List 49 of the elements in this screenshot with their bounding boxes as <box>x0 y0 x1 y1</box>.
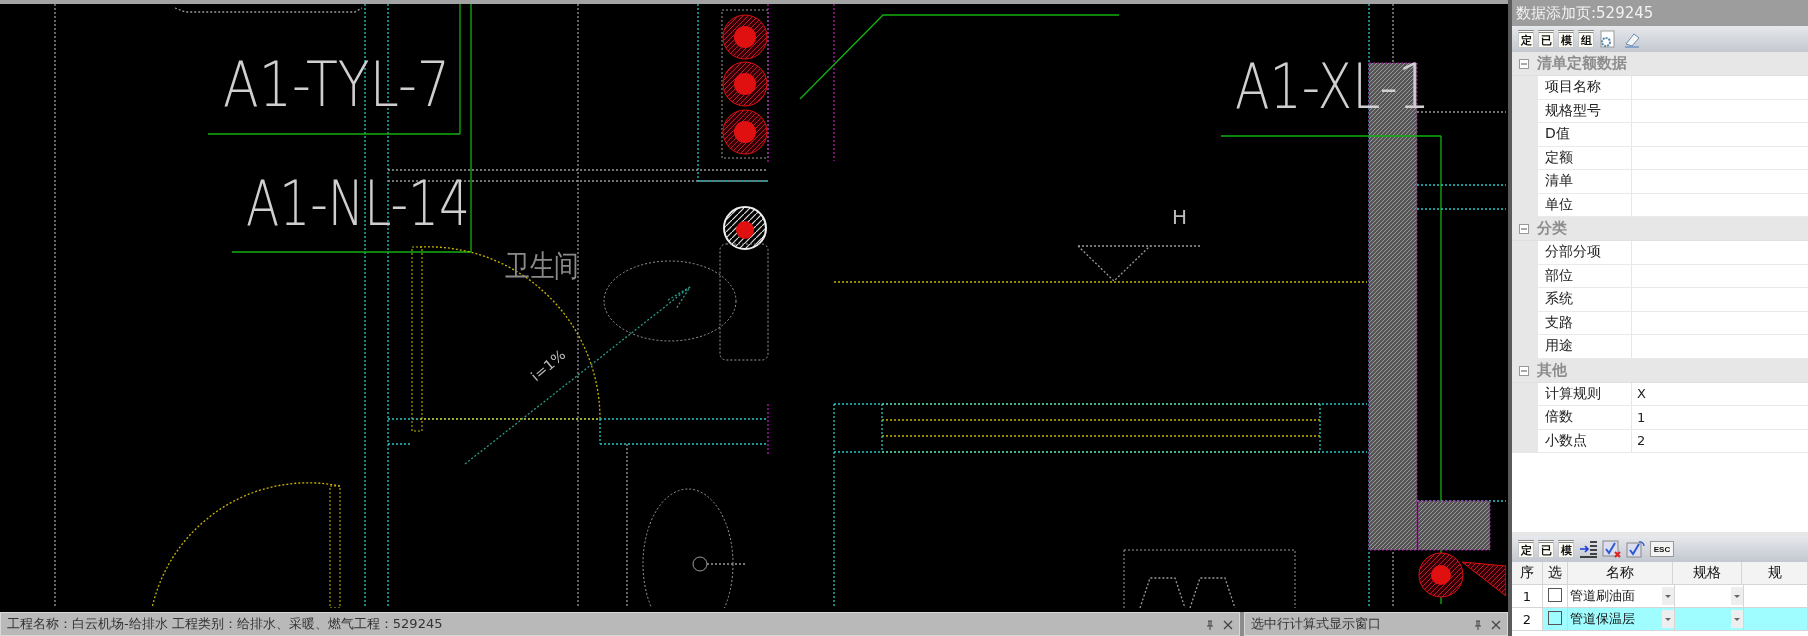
toolbar-button[interactable]: 已 <box>1538 540 1554 558</box>
property-label: 支路 <box>1538 311 1632 334</box>
property-value: 1 <box>1636 408 1647 427</box>
property-label: 分部分项 <box>1538 241 1632 264</box>
table-cell: 管道保温层 <box>1570 610 1635 628</box>
property-label: 单位 <box>1538 193 1632 216</box>
property-label: 部位 <box>1538 264 1632 287</box>
room-name-label: 卫生间 <box>505 248 595 283</box>
pipe-tag-label: A1-NL-14 <box>246 167 532 240</box>
section-title: 其他 <box>1537 360 1567 380</box>
esc-key-button[interactable]: ESC <box>1650 541 1674 557</box>
property-label: 清单 <box>1538 170 1632 193</box>
elevation-label: H <box>1172 205 1188 229</box>
property-label: 用途 <box>1538 335 1632 358</box>
property-label: 小数点 <box>1538 429 1632 452</box>
column-header[interactable]: 名称 <box>1568 562 1673 584</box>
section-title: 清单定额数据 <box>1537 54 1627 73</box>
toolbar-button[interactable]: 模 <box>1558 540 1574 558</box>
column-header[interactable]: 规格 <box>1673 562 1742 584</box>
property-label: 倍数 <box>1538 406 1632 429</box>
column-header[interactable]: 选 <box>1543 562 1568 584</box>
toolbar-button[interactable]: 模 <box>1558 30 1574 48</box>
toolbar-button[interactable]: 已 <box>1538 30 1554 48</box>
table-row[interactable]: 2 管道保温层 <box>1512 608 1808 631</box>
panel-title: 工程名称：白云机场-给排水 工程类别：给排水、采暖、燃气工程：529245 <box>7 615 444 633</box>
toolbar-button[interactable]: 组 <box>1578 30 1594 48</box>
property-value: 2 <box>1636 432 1647 451</box>
table-cell: 管道刷油面 <box>1570 587 1635 605</box>
column-header[interactable]: 规 <box>1742 562 1808 584</box>
property-label: 定额 <box>1538 146 1632 169</box>
panel-title: 数据添加页:529245 <box>1512 0 1808 26</box>
property-label: 计算规则 <box>1538 382 1632 405</box>
toolbar-button[interactable]: 定 <box>1518 30 1534 48</box>
check-refresh-icon[interactable] <box>1626 539 1646 559</box>
property-label: 项目名称 <box>1538 76 1632 99</box>
column-header[interactable]: 序 <box>1512 562 1543 584</box>
panel-title: 选中行计算式显示窗口 <box>1251 615 1382 633</box>
property-value: X <box>1636 385 1647 404</box>
property-label: 规格型号 <box>1538 99 1632 122</box>
pipe-tag-label: A1-TYL-7 <box>223 48 493 121</box>
section-title: 分类 <box>1537 219 1567 238</box>
indent-icon[interactable] <box>1578 539 1598 559</box>
property-label: D值 <box>1538 123 1632 146</box>
checkbox[interactable] <box>1548 587 1562 605</box>
gear-document-icon[interactable] <box>1598 29 1618 49</box>
toolbar-button[interactable]: 定 <box>1518 540 1534 558</box>
property-label: 系统 <box>1538 288 1632 311</box>
checkbox[interactable] <box>1548 610 1562 628</box>
check-cross-icon[interactable] <box>1602 539 1622 559</box>
